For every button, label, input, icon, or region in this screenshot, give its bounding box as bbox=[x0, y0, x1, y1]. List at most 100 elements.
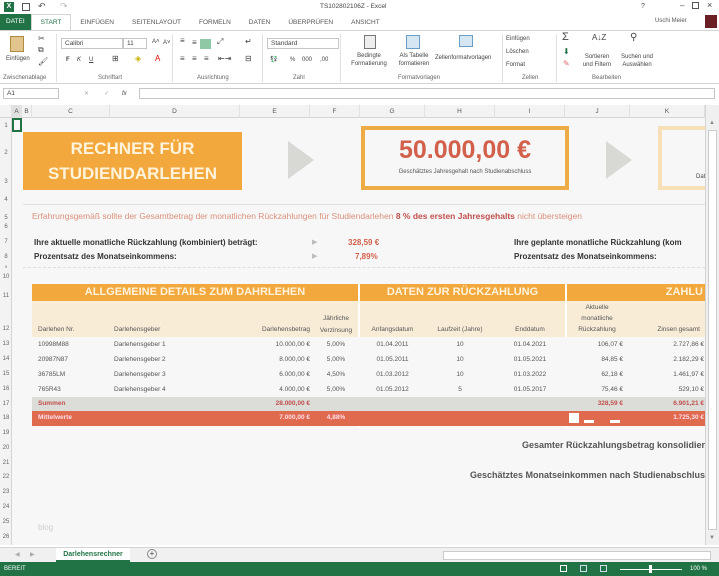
thousands-icon[interactable]: 000 bbox=[302, 56, 312, 64]
cell-styles-button[interactable]: Zellenformatvorlagen bbox=[435, 54, 491, 62]
cell-start-date[interactable]: 01.03.2012 bbox=[360, 371, 425, 378]
cell-total-interest[interactable]: 529,10 € bbox=[630, 386, 704, 393]
row-header[interactable]: 19 bbox=[0, 430, 12, 436]
copy-icon[interactable]: ⧉ bbox=[38, 46, 44, 54]
find-select-button[interactable]: Suchen und Auswählen bbox=[618, 53, 656, 69]
cell-rate[interactable]: 5,00% bbox=[312, 386, 360, 393]
merge-icon[interactable]: ⊟ bbox=[245, 55, 252, 63]
sort-filter-button[interactable]: Sortieren und Filtern bbox=[580, 53, 614, 69]
user-name[interactable]: Uschi Meier bbox=[655, 18, 687, 24]
italic-button[interactable]: K bbox=[77, 56, 81, 64]
bold-button[interactable]: F bbox=[66, 56, 70, 64]
save-icon[interactable] bbox=[22, 3, 30, 11]
currency-icon[interactable]: 💱 bbox=[270, 56, 277, 64]
cell-amount[interactable]: 4.000,00 € bbox=[240, 386, 310, 393]
row-header[interactable]: 3 bbox=[0, 179, 12, 185]
autosum-icon[interactable]: Σ bbox=[562, 32, 569, 43]
formula-input[interactable] bbox=[139, 88, 715, 99]
row-header[interactable]: 15 bbox=[0, 371, 12, 377]
undo-icon[interactable]: ↶ bbox=[38, 1, 46, 12]
sheet-tab-darlehensrechner[interactable]: Darlehensrechner bbox=[56, 548, 130, 562]
page-layout-icon[interactable] bbox=[580, 565, 587, 572]
cell-start-date[interactable]: 01.05.2012 bbox=[360, 386, 425, 393]
minimize-button[interactable]: – bbox=[680, 1, 684, 10]
maximize-button[interactable] bbox=[692, 2, 699, 9]
shrink-font-icon[interactable]: A˅ bbox=[163, 39, 171, 47]
cell-term[interactable]: 10 bbox=[425, 341, 495, 348]
cell-loan-no[interactable]: 20987N87 bbox=[38, 356, 98, 363]
cell-loan-no[interactable]: 765R43 bbox=[38, 386, 98, 393]
cell-loan-no[interactable]: 36785LM bbox=[38, 371, 98, 378]
grow-font-icon[interactable]: A˄ bbox=[152, 38, 160, 46]
cell-lender[interactable]: Darlehensgeber 4 bbox=[114, 386, 234, 393]
horizontal-scrollbar[interactable] bbox=[443, 551, 711, 560]
cell-monthly-payment[interactable]: 84,85 € bbox=[567, 356, 623, 363]
format-cells-button[interactable]: Format bbox=[506, 61, 525, 69]
close-button[interactable]: × bbox=[707, 0, 712, 10]
row-header[interactable]: 23 bbox=[0, 489, 12, 495]
number-format-select[interactable]: Standard bbox=[267, 38, 339, 49]
row-header[interactable]: 2 bbox=[0, 150, 12, 156]
cell-term[interactable]: 10 bbox=[425, 371, 495, 378]
column-header[interactable]: G bbox=[360, 105, 425, 118]
row-header[interactable]: 6 bbox=[0, 224, 12, 230]
page-break-icon[interactable] bbox=[600, 565, 607, 572]
column-header[interactable]: I bbox=[495, 105, 565, 118]
row-header[interactable]: 25 bbox=[0, 519, 12, 525]
cell-end-date[interactable]: 01.05.2017 bbox=[495, 386, 565, 393]
cell-start-date[interactable]: 01.05.2011 bbox=[360, 356, 425, 363]
enter-icon[interactable]: ✓ bbox=[104, 90, 109, 98]
format-as-table-button[interactable]: Als Tabelle formatieren bbox=[392, 52, 436, 68]
row-header[interactable]: 9 bbox=[0, 264, 12, 269]
zoom-level[interactable]: 100 % bbox=[690, 566, 707, 572]
fill-color-icon[interactable]: ◈ bbox=[135, 55, 141, 63]
align-bottom-icon[interactable] bbox=[200, 39, 211, 49]
indent-icon[interactable]: ⇤⇥ bbox=[218, 55, 231, 63]
row-header[interactable]: 13 bbox=[0, 341, 12, 347]
cell-amount[interactable]: 8.000,00 € bbox=[240, 356, 310, 363]
add-sheet-icon[interactable]: + bbox=[147, 549, 157, 559]
cell-amount[interactable]: 6.000,00 € bbox=[240, 371, 310, 378]
cut-icon[interactable]: ✂ bbox=[38, 35, 45, 43]
row-header[interactable]: 20 bbox=[0, 445, 12, 451]
cell-monthly-payment[interactable]: 75,46 € bbox=[567, 386, 623, 393]
name-box[interactable]: A1 bbox=[3, 88, 59, 99]
next-sheet-icon[interactable]: ▶ bbox=[30, 551, 35, 558]
column-header[interactable]: K bbox=[630, 105, 705, 118]
column-header[interactable]: E bbox=[240, 105, 310, 118]
align-right-icon[interactable]: ≡ bbox=[204, 55, 209, 63]
column-header[interactable]: A bbox=[12, 105, 22, 118]
decimal-icon[interactable]: ,00 bbox=[320, 56, 328, 64]
tab-start[interactable]: START bbox=[30, 14, 72, 30]
cell-total-interest[interactable]: 2.727,86 € bbox=[630, 341, 704, 348]
cancel-icon[interactable]: ✕ bbox=[84, 90, 89, 98]
font-name-select[interactable]: Calibri bbox=[61, 38, 123, 49]
font-size-select[interactable]: 11 bbox=[123, 38, 147, 49]
row-header[interactable]: 10 bbox=[0, 274, 12, 280]
orientation-icon[interactable]: ⤢ bbox=[217, 38, 223, 46]
paste-button[interactable]: Einfügen bbox=[6, 55, 30, 63]
row-header[interactable]: 14 bbox=[0, 356, 12, 362]
column-header[interactable]: H bbox=[425, 105, 495, 118]
tab-seitenlayout[interactable]: SEITENLAYOUT bbox=[123, 19, 190, 26]
underline-button[interactable]: U bbox=[89, 56, 93, 64]
cell-term[interactable]: 5 bbox=[425, 386, 495, 393]
cell-term[interactable]: 10 bbox=[425, 356, 495, 363]
column-header[interactable]: D bbox=[110, 105, 240, 118]
tab-formeln[interactable]: FORMELN bbox=[190, 19, 240, 26]
cell-start-date[interactable]: 01.04.2011 bbox=[360, 341, 425, 348]
tab-daten[interactable]: DATEN bbox=[240, 19, 280, 26]
normal-view-icon[interactable] bbox=[560, 565, 567, 572]
scroll-up-icon[interactable]: ▲ bbox=[709, 120, 715, 126]
vertical-scrollbar[interactable]: ▲ ▼ bbox=[705, 105, 719, 545]
row-header[interactable]: 5 bbox=[0, 215, 12, 221]
row-header[interactable]: 21 bbox=[0, 460, 12, 466]
cell-rate[interactable]: 5,00% bbox=[312, 341, 360, 348]
row-header[interactable]: 26 bbox=[0, 534, 12, 540]
column-header[interactable]: J bbox=[565, 105, 630, 118]
cell-loan-no[interactable]: 10998M88 bbox=[38, 341, 98, 348]
scroll-down-icon[interactable]: ▼ bbox=[709, 535, 715, 541]
column-header[interactable]: C bbox=[32, 105, 110, 118]
wrap-text-icon[interactable]: ↵ bbox=[245, 38, 252, 46]
cell-lender[interactable]: Darlehensgeber 1 bbox=[114, 341, 234, 348]
